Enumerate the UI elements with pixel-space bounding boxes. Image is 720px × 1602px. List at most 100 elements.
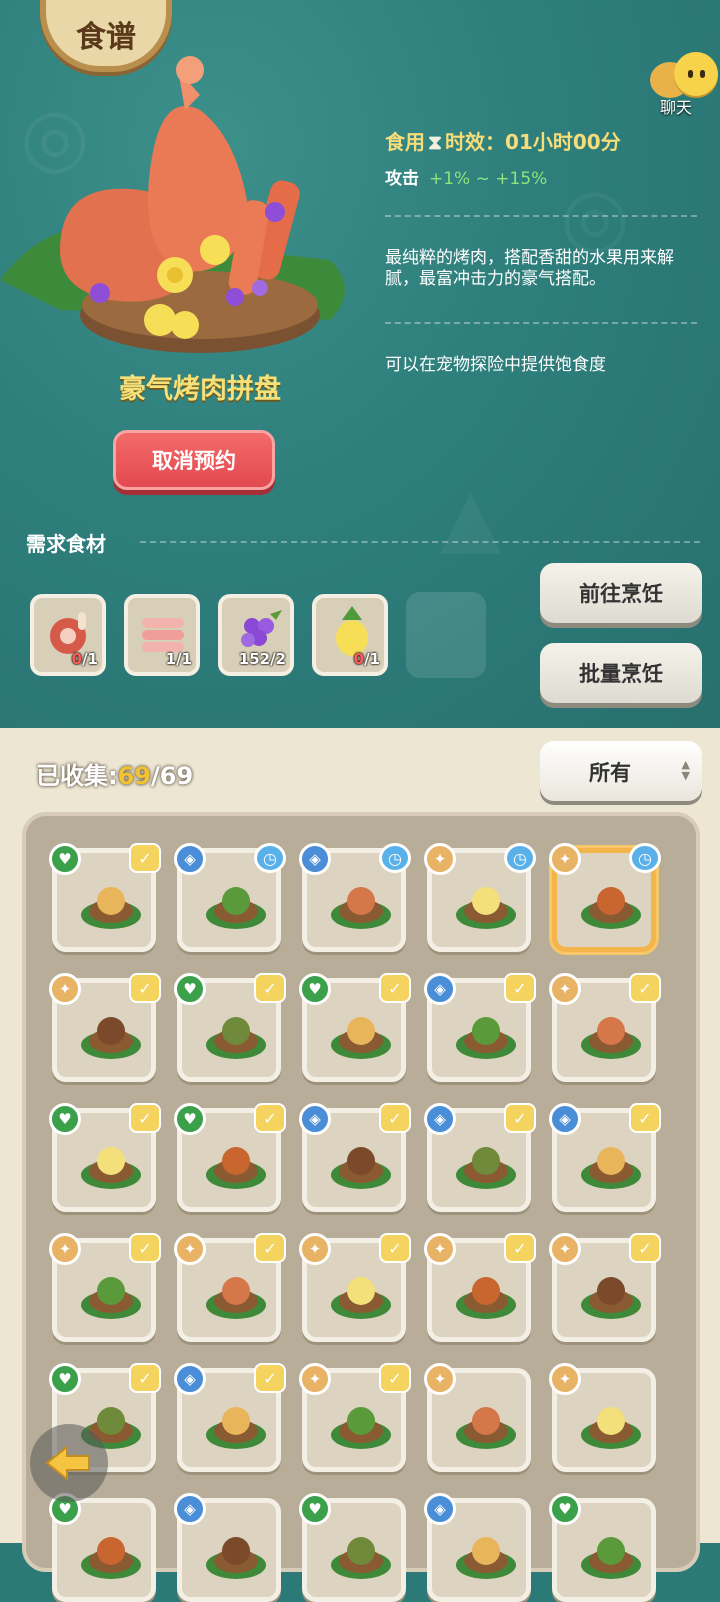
recipe-cell[interactable]: ✦ ✓	[174, 1233, 286, 1342]
check-icon: ✓	[379, 1363, 411, 1393]
recipe-cell[interactable]: ♥ ✓	[174, 973, 286, 1082]
recipe-cell[interactable]: ♥ ✓	[299, 973, 411, 1082]
chat-button[interactable]: 聊天	[650, 50, 720, 120]
check-icon: ✓	[629, 1103, 661, 1133]
recipe-cell[interactable]: ✦ ✓	[49, 973, 161, 1082]
axe-icon: ✦	[49, 1233, 81, 1265]
check-icon: ✓	[379, 1103, 411, 1133]
recipe-cell[interactable]: ♥ ✓	[49, 843, 161, 952]
recipe-cell[interactable]: ✦ ◷	[549, 843, 661, 952]
filter-value: 所有	[589, 761, 631, 785]
recipe-cell[interactable]: ✦ ✓	[549, 1233, 661, 1342]
dish-icon	[331, 887, 391, 929]
ingredient-slot-empty	[406, 592, 486, 678]
dish-icon	[581, 1407, 641, 1449]
effect-text: 时效：01小时00分	[445, 130, 621, 154]
dish-icon	[81, 1537, 141, 1579]
axe-icon: ✦	[299, 1363, 331, 1395]
recipe-cell[interactable]: ◈ ◷	[174, 843, 286, 952]
axe-icon: ✦	[424, 1233, 456, 1265]
recipe-cell[interactable]: ✦ ✓	[424, 1233, 536, 1342]
check-icon: ✓	[129, 1363, 161, 1393]
check-icon: ✓	[254, 1363, 286, 1393]
attack-range: +1% ~ +15%	[429, 169, 548, 189]
dish-icon	[331, 1407, 391, 1449]
shield-icon: ◈	[174, 1493, 206, 1525]
batch-cook-button[interactable]: 批量烹饪	[540, 643, 702, 703]
recipe-cell[interactable]: ♥	[549, 1493, 656, 1602]
recipe-cell[interactable]: ◈ ✓	[299, 1103, 411, 1212]
dish-icon	[331, 1277, 391, 1319]
heart-icon: ♥	[174, 973, 206, 1005]
dish-icon	[456, 1407, 516, 1449]
hourglass-icon: ⧗	[428, 130, 443, 154]
shield-icon: ◈	[299, 1103, 331, 1135]
ingredient-count: 1/1	[165, 650, 192, 668]
recipe-cell[interactable]: ◈	[174, 1493, 281, 1602]
recipe-cell[interactable]: ◈ ✓	[424, 1103, 536, 1212]
dish-name: 豪气烤肉拼盘	[119, 374, 281, 405]
roast-meat-platter-image	[0, 56, 345, 353]
collected-number: 69	[117, 762, 152, 790]
recipe-cell[interactable]: ◈ ✓	[549, 1103, 661, 1212]
recipe-cell[interactable]: ◈ ✓	[424, 973, 536, 1082]
dish-icon	[456, 1017, 516, 1059]
dish-icon	[456, 1277, 516, 1319]
background-pattern: ▲	[440, 470, 502, 563]
heart-icon: ♥	[49, 1363, 81, 1395]
shield-icon: ◈	[549, 1103, 581, 1135]
ingredient-pineapple[interactable]: 0/1	[312, 594, 388, 676]
collection-label: 已收集:	[36, 762, 118, 790]
dish-icon	[331, 1017, 391, 1059]
shield-icon: ◈	[174, 843, 206, 875]
recipe-cell[interactable]: ♥	[49, 1493, 156, 1602]
recipe-cell[interactable]: ◈ ◷	[299, 843, 411, 952]
recipe-cell[interactable]: ♥ ✓	[49, 1103, 161, 1212]
ingredient-bacon[interactable]: 1/1	[124, 594, 200, 676]
recipe-cell[interactable]: ♥	[299, 1493, 406, 1602]
shield-icon: ◈	[424, 1103, 456, 1135]
ingredient-count: 152/2	[238, 650, 286, 668]
recipe-cell[interactable]: ◈ ✓	[174, 1363, 286, 1472]
recipe-cell[interactable]: ✦	[549, 1363, 656, 1472]
axe-icon: ✦	[424, 1363, 456, 1395]
dish-icon	[81, 887, 141, 929]
dish-icon	[456, 1537, 516, 1579]
clock-icon: ◷	[254, 843, 286, 873]
ingredient-meat-leg[interactable]: 0/1	[30, 594, 106, 676]
recipe-cell[interactable]: ♥ ✓	[174, 1103, 286, 1212]
recipe-cell[interactable]: ✦	[424, 1363, 531, 1472]
cancel-reservation-button[interactable]: 取消预约	[113, 430, 275, 490]
recipe-cell[interactable]: ◈	[424, 1493, 531, 1602]
clock-icon: ◷	[379, 843, 411, 873]
axe-icon: ✦	[49, 973, 81, 1005]
ingredient-grapes[interactable]: 152/2	[218, 594, 294, 676]
heart-icon: ♥	[299, 1493, 331, 1525]
check-icon: ✓	[504, 1233, 536, 1263]
effect-prefix: 食用	[385, 130, 425, 154]
filter-select[interactable]: 所有 ▲ ▼	[540, 741, 702, 801]
dish-icon	[581, 1147, 641, 1189]
dish-description: 最纯粹的烤肉，搭配香甜的水果用来解腻，最富冲击力的豪气搭配。	[385, 248, 674, 289]
heart-icon: ♥	[49, 1103, 81, 1135]
divider	[140, 541, 700, 543]
goto-cook-button[interactable]: 前往烹饪	[540, 563, 702, 623]
heart-icon: ♥	[549, 1493, 581, 1525]
attack-label: 攻击	[385, 169, 419, 189]
dish-icon	[206, 1407, 266, 1449]
recipe-cell[interactable]: ✦ ✓	[299, 1363, 411, 1472]
divider	[385, 215, 697, 217]
shield-icon: ◈	[174, 1363, 206, 1395]
check-icon: ✓	[129, 1103, 161, 1133]
recipe-cell[interactable]: ✦ ✓	[299, 1233, 411, 1342]
recipe-cell[interactable]: ✦ ◷	[424, 843, 536, 952]
check-icon: ✓	[129, 973, 161, 1003]
check-icon: ✓	[254, 1103, 286, 1133]
dish-icon	[331, 1537, 391, 1579]
back-button[interactable]	[30, 1424, 108, 1502]
recipe-cell[interactable]: ✦ ✓	[549, 973, 661, 1082]
dish-icon	[456, 887, 516, 929]
sort-arrows-icon: ▲ ▼	[681, 758, 690, 782]
recipe-cell[interactable]: ✦ ✓	[49, 1233, 161, 1342]
check-icon: ✓	[629, 973, 661, 1003]
